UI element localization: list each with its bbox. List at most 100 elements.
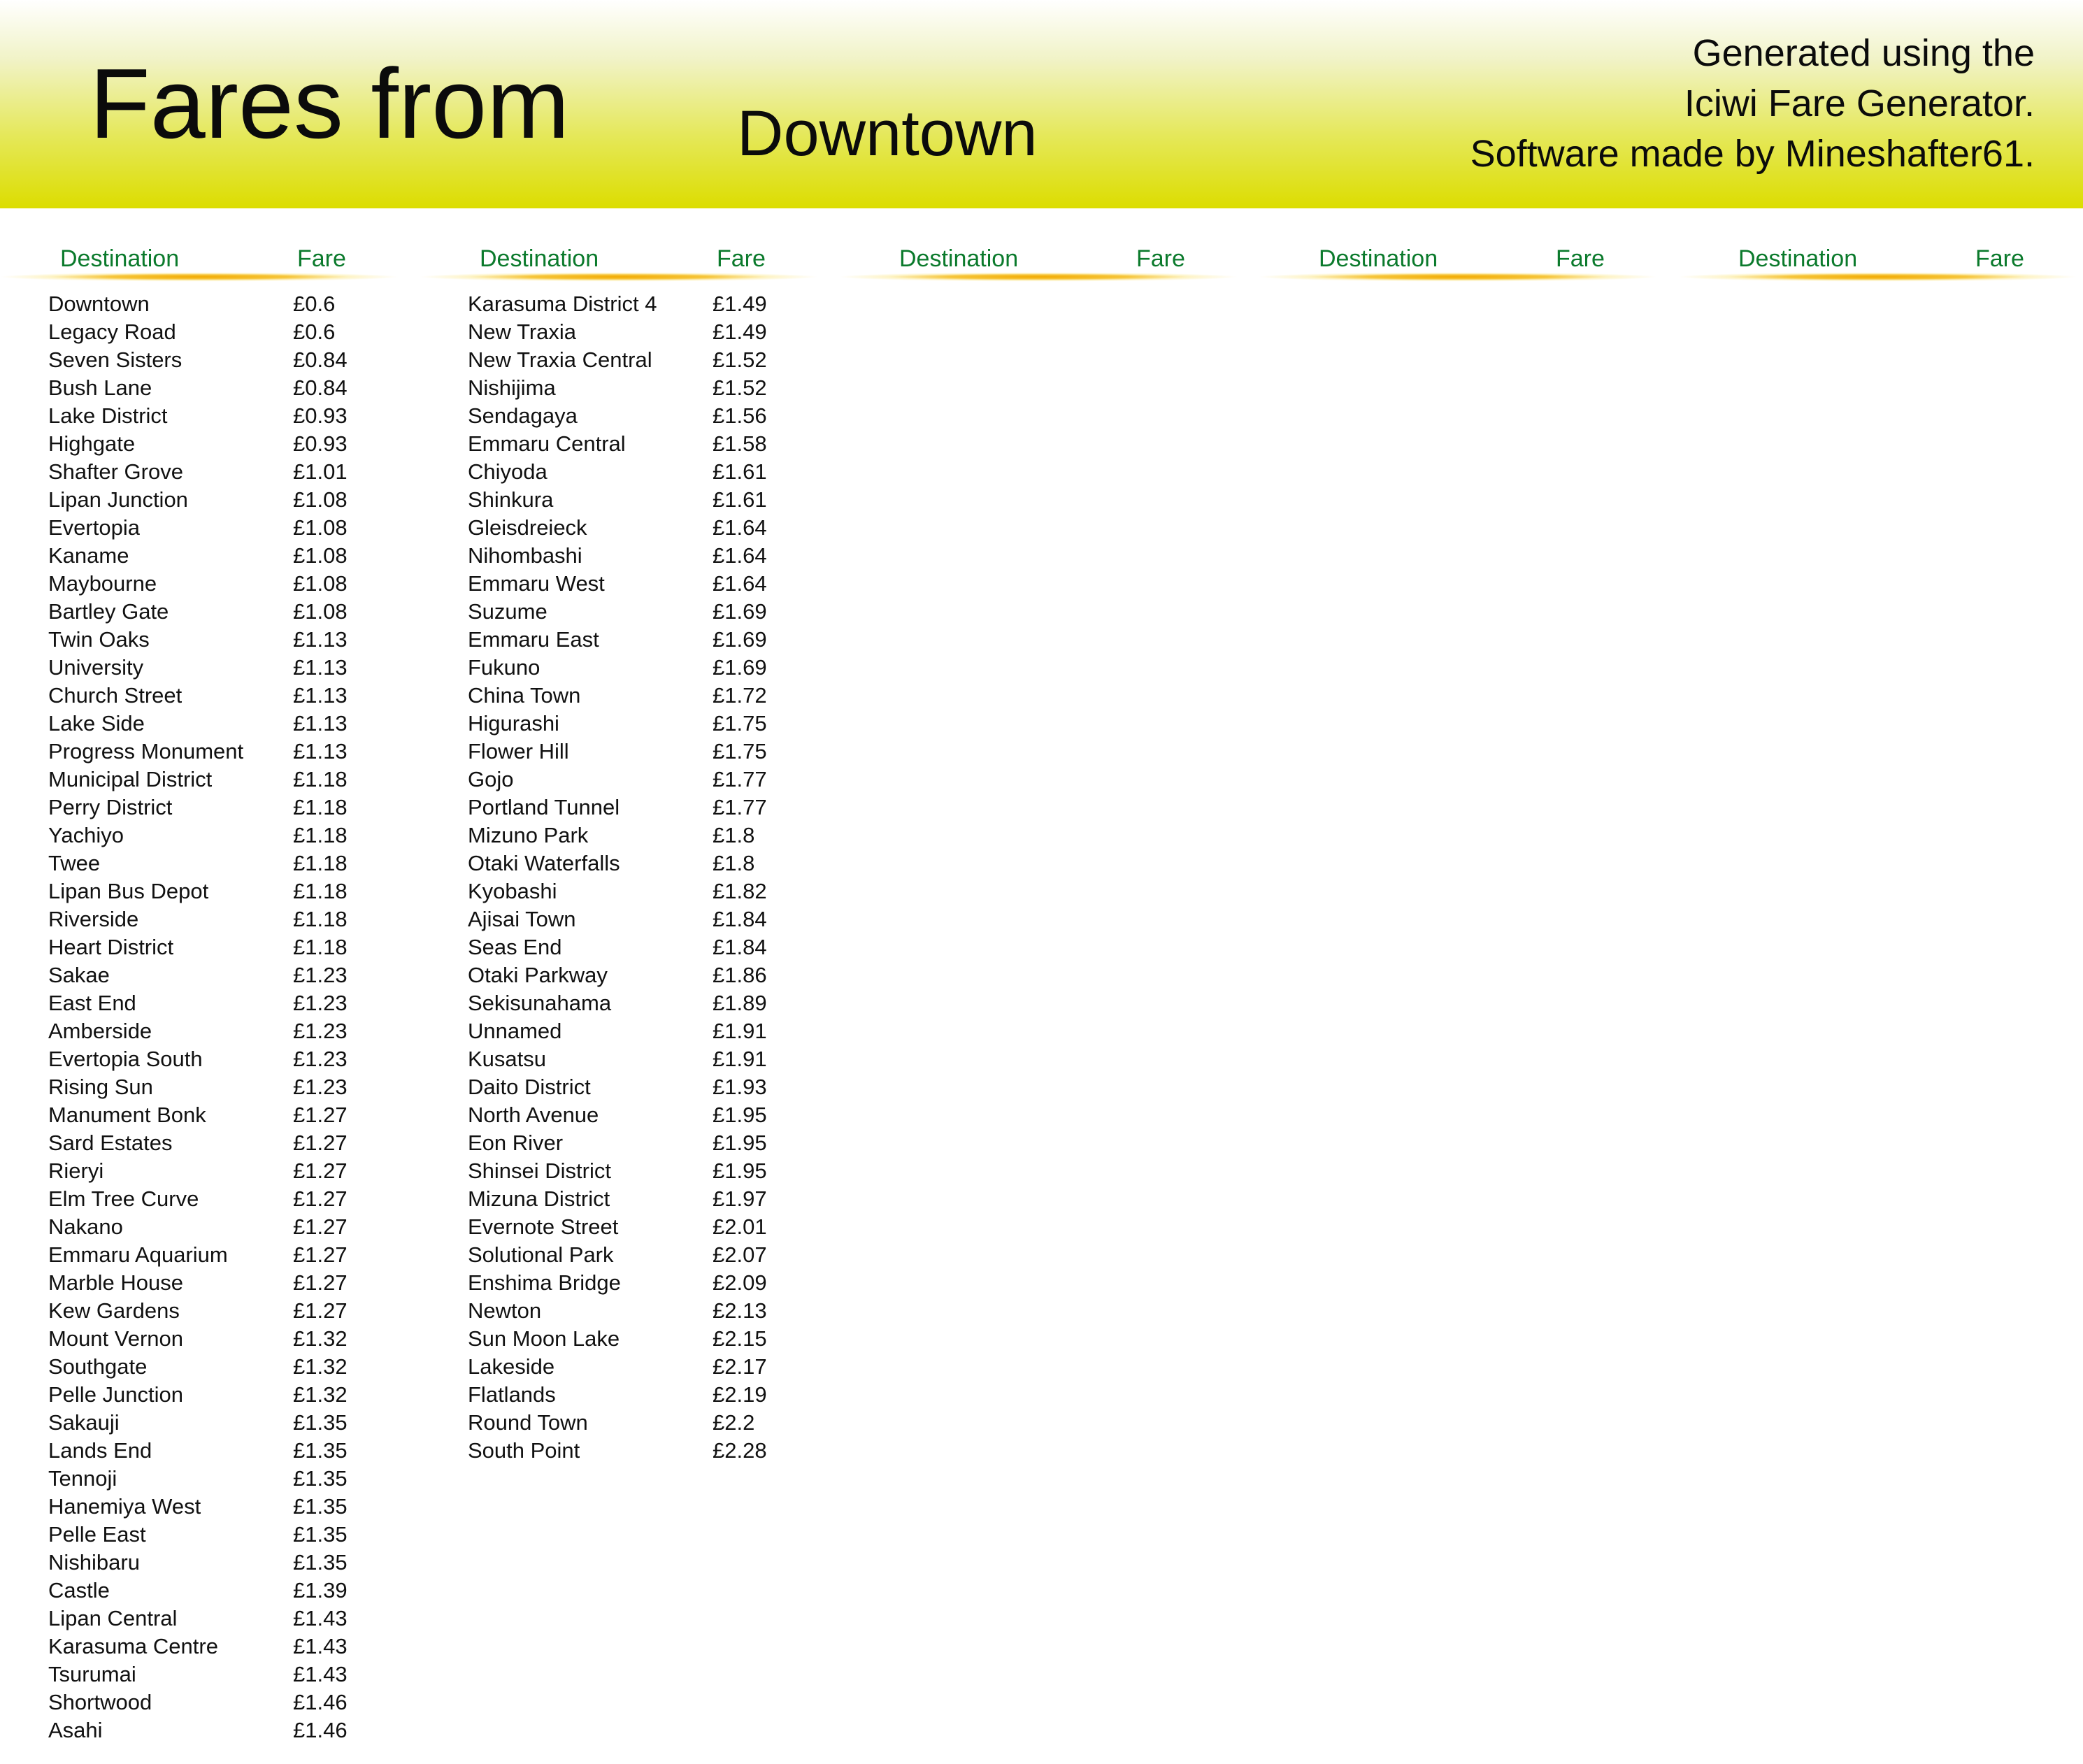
fare-row: East End £1.23: [0, 989, 399, 1017]
header-underline-swoosh: [1259, 269, 1657, 285]
fare-row: Castle £1.39: [0, 1577, 399, 1605]
destination-name: Emmaru Central: [468, 431, 626, 456]
fare-row: Manument Bonk £1.27: [0, 1101, 399, 1129]
fare-value: £1.84: [713, 907, 767, 931]
fare-row: Asahi £1.46: [0, 1716, 399, 1744]
fare-row: Evertopia £1.08: [0, 514, 399, 542]
destination-name: Legacy Road: [48, 320, 176, 344]
fare-row: Nishijima £1.52: [420, 374, 818, 402]
fare-value: £0.6: [293, 292, 336, 316]
fare-row: Marble House £1.27: [0, 1269, 399, 1297]
header-underline-swoosh: [839, 269, 1238, 285]
destination-name: Nakano: [48, 1214, 123, 1239]
fare-value: £1.95: [713, 1131, 767, 1155]
fare-row: Flower Hill £1.75: [420, 738, 818, 766]
fare-list: Karasuma District 4 £1.49 New Traxia £1.49 N…: [420, 290, 818, 1465]
destination-name: Lipan Central: [48, 1606, 178, 1630]
fare-row: Rieryi £1.27: [0, 1157, 399, 1185]
destination-name: Rising Sun: [48, 1075, 153, 1099]
destination-name: Pelle Junction: [48, 1382, 184, 1407]
fare-row: New Traxia £1.49: [420, 318, 818, 346]
destination-name: Marble House: [48, 1270, 183, 1295]
fare-value: £1.32: [293, 1326, 348, 1351]
fare-value: £1.91: [713, 1019, 767, 1043]
fare-value: £1.77: [713, 767, 767, 791]
fare-row: Enshima Bridge £2.09: [420, 1269, 818, 1297]
origin-station-name: Downtown: [737, 98, 1038, 169]
destination-name: Downtown: [48, 292, 150, 316]
fare-value: £1.52: [713, 347, 767, 372]
destination-name: Eon River: [468, 1131, 564, 1155]
destination-name: Enshima Bridge: [468, 1270, 621, 1295]
fare-row: Hanemiya West £1.35: [0, 1493, 399, 1521]
fare-value: £0.84: [293, 347, 348, 372]
fare-value: £1.49: [713, 292, 767, 316]
fare-list: Downtown £0.6 Legacy Road £0.6 Seven Sisters…: [0, 290, 399, 1744]
fare-row: Sakae £1.23: [0, 961, 399, 989]
fare-row: Gleisdreieck £1.64: [420, 514, 818, 542]
fare-value: £1.52: [713, 375, 767, 400]
destination-name: Bush Lane: [48, 375, 152, 400]
fare-value: £1.32: [293, 1382, 348, 1407]
fare-value: £2.2: [713, 1410, 755, 1435]
fare-value: £1.93: [713, 1075, 767, 1099]
fare-row: Unnamed £1.91: [420, 1017, 818, 1045]
fare-row: Tennoji £1.35: [0, 1465, 399, 1493]
fare-row: Sakauji £1.35: [0, 1409, 399, 1437]
fare-value: £1.35: [293, 1522, 348, 1547]
destination-name: Kyobashi: [468, 879, 557, 903]
fare-value: £1.8: [713, 823, 755, 847]
fare-value: £1.49: [713, 320, 767, 344]
destination-name: Manument Bonk: [48, 1103, 206, 1127]
destination-name: Mount Vernon: [48, 1326, 184, 1351]
fare-row: Higurashi £1.75: [420, 710, 818, 738]
destination-name: Evernote Street: [468, 1214, 619, 1239]
destination-name: Lake Side: [48, 711, 145, 736]
fare-row: Mount Vernon £1.32: [0, 1325, 399, 1353]
fare-value: £1.91: [713, 1047, 767, 1071]
fare-value: £1.08: [293, 487, 348, 512]
fare-value: £1.64: [713, 515, 767, 540]
fare-row: Downtown £0.6: [0, 290, 399, 318]
fare-row: Fukuno £1.69: [420, 654, 818, 682]
fare-row: Seven Sisters £0.84: [0, 346, 399, 374]
destination-name: Mizuna District: [468, 1186, 610, 1211]
fare-value: £1.18: [293, 851, 348, 875]
fare-value: £1.13: [293, 711, 348, 736]
fare-row: Church Street £1.13: [0, 682, 399, 710]
destination-name: Kusatsu: [468, 1047, 547, 1071]
fare-row: Otaki Parkway £1.86: [420, 961, 818, 989]
header-underline-swoosh: [0, 269, 399, 285]
fare-value: £2.07: [713, 1242, 767, 1267]
fare-column: Destination Fare: [839, 241, 1238, 1744]
fare-value: £1.35: [293, 1550, 348, 1575]
fare-row: Chiyoda £1.61: [420, 458, 818, 486]
fare-row: Nihombashi £1.64: [420, 542, 818, 570]
fare-value: £1.27: [293, 1186, 348, 1211]
destination-name: Seven Sisters: [48, 347, 182, 372]
fare-value: £0.84: [293, 375, 348, 400]
fare-value: £1.95: [713, 1103, 767, 1127]
fare-row: Kew Gardens £1.27: [0, 1297, 399, 1325]
fare-row: China Town £1.72: [420, 682, 818, 710]
fare-value: £1.35: [293, 1410, 348, 1435]
destination-name: Sakauji: [48, 1410, 120, 1435]
fare-row: Suzume £1.69: [420, 598, 818, 626]
destination-name: Amberside: [48, 1019, 152, 1043]
destination-name: New Traxia Central: [468, 347, 652, 372]
destination-name: New Traxia: [468, 320, 577, 344]
fare-value: £1.18: [293, 795, 348, 819]
destination-name: Sendagaya: [468, 403, 578, 428]
destination-name: Pelle East: [48, 1522, 146, 1547]
fare-value: £1.13: [293, 655, 348, 680]
fare-row: Karasuma District 4 £1.49: [420, 290, 818, 318]
destination-name: Gojo: [468, 767, 514, 791]
fare-value: £1.13: [293, 739, 348, 763]
fare-row: Emmaru Aquarium £1.27: [0, 1241, 399, 1269]
destination-name: Shinkura: [468, 487, 554, 512]
fare-row: Progress Monument £1.13: [0, 738, 399, 766]
fare-value: £1.27: [293, 1242, 348, 1267]
destination-name: Bartley Gate: [48, 599, 169, 624]
fare-value: £1.69: [713, 627, 767, 652]
fare-column: Destination Fare: [1678, 241, 2077, 1744]
